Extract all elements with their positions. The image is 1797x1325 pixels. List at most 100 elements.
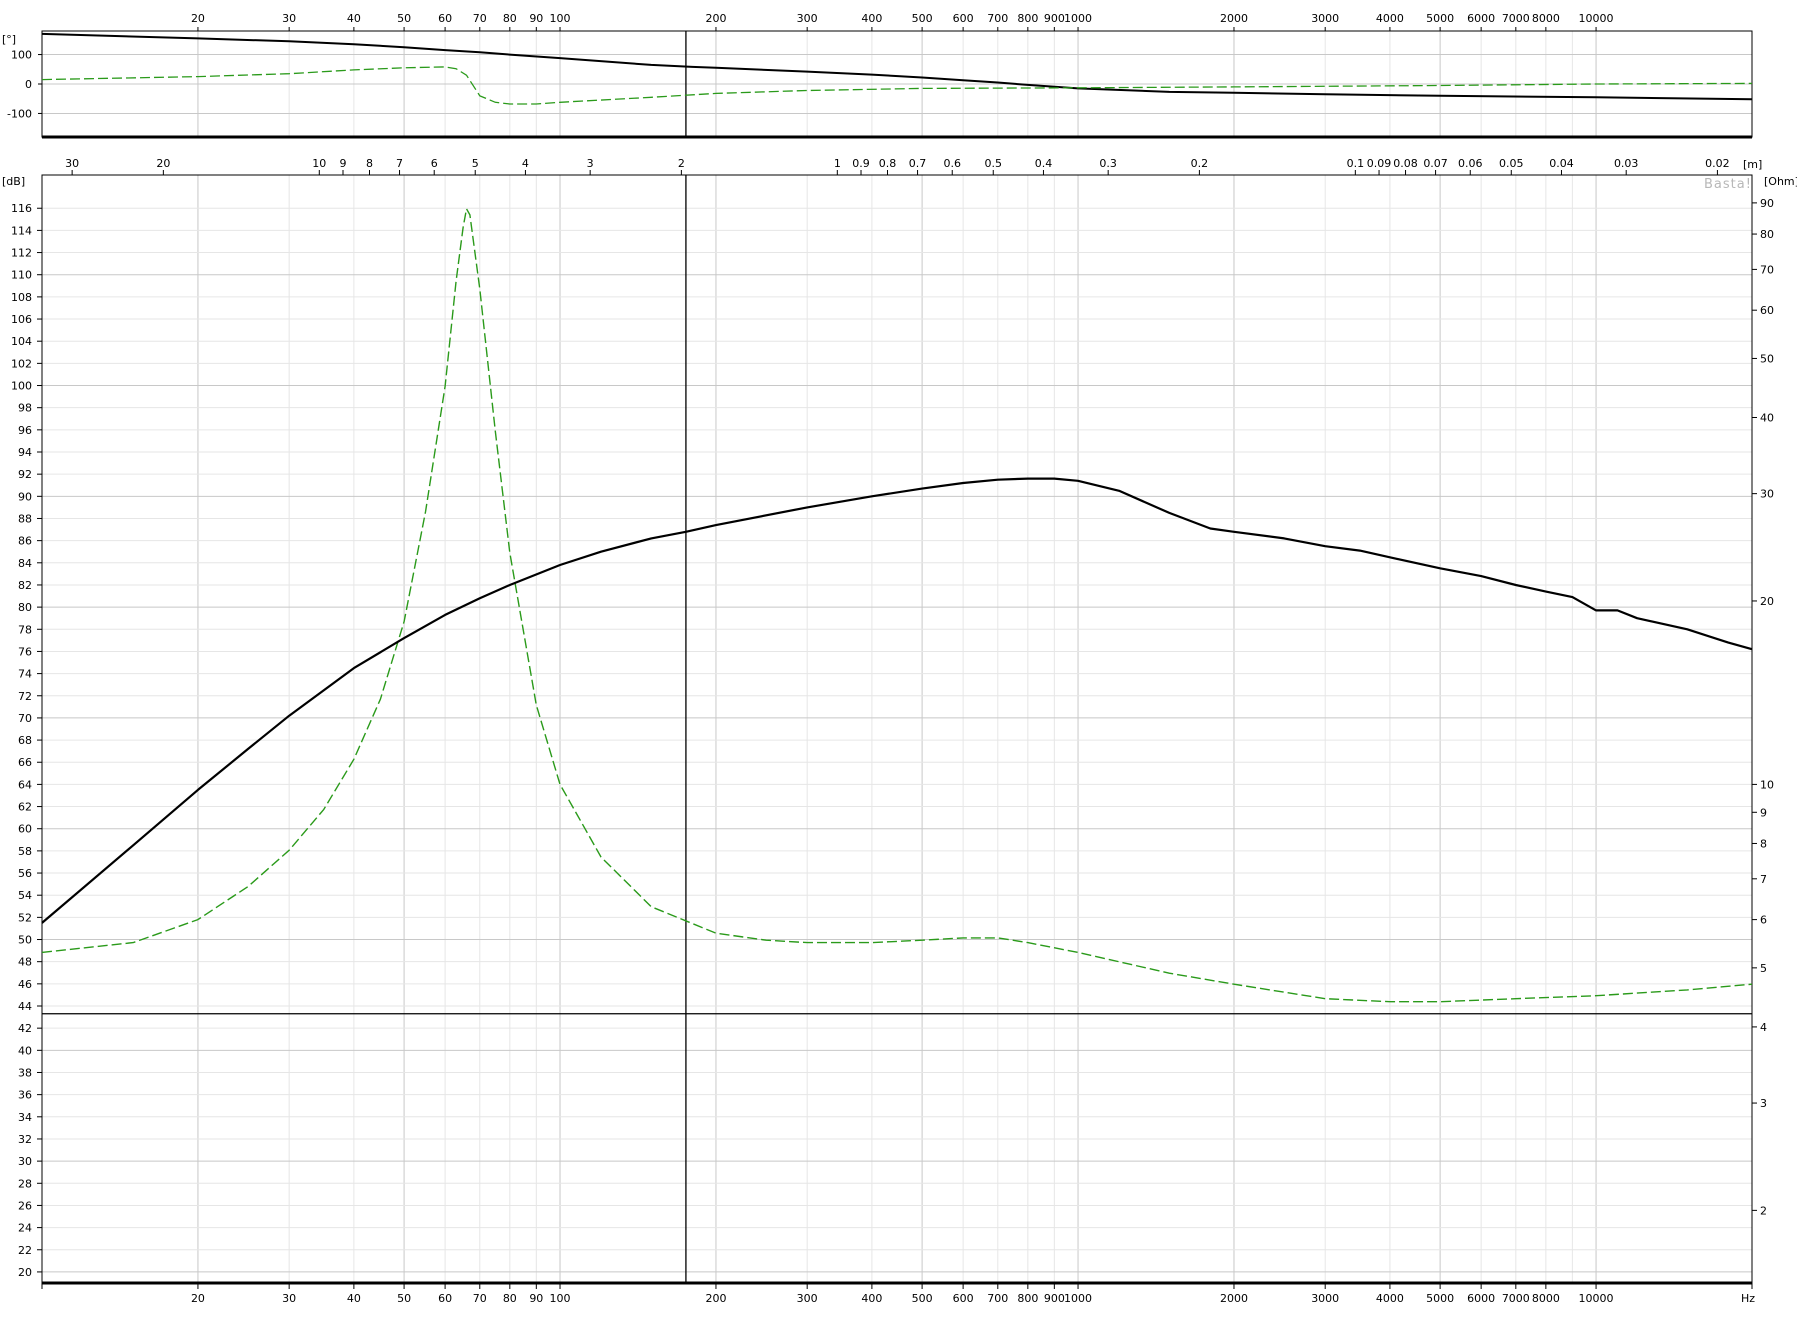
db-tick-label: 98 xyxy=(18,402,32,415)
freq-tick-label-top: 2000 xyxy=(1220,12,1248,25)
distance-tick-label: 0.07 xyxy=(1423,157,1448,170)
db-tick-label: 86 xyxy=(18,535,32,548)
freq-tick-label-bottom: 1000 xyxy=(1064,1292,1092,1305)
freq-tick-label-top: 700 xyxy=(987,12,1008,25)
db-tick-label: 28 xyxy=(18,1177,32,1190)
freq-tick-label-top: 70 xyxy=(473,12,487,25)
freq-tick-label-top: 1000 xyxy=(1064,12,1092,25)
db-tick-label: 42 xyxy=(18,1022,32,1035)
db-tick-label: 58 xyxy=(18,845,32,858)
db-tick-label: 104 xyxy=(11,335,32,348)
phase-y-tick-label: -100 xyxy=(7,107,32,120)
db-tick-label: 74 xyxy=(18,668,32,681)
distance-tick-label: 0.7 xyxy=(909,157,927,170)
ohm-tick-label: 6 xyxy=(1760,914,1767,927)
chart-area: 20 20 30 30 40 40 50 50 60 60 70 70 80 80 90 90 100 100 20… xyxy=(0,0,1797,1320)
distance-tick-label: 0.1 xyxy=(1347,157,1365,170)
freq-tick-label-bottom: 10000 xyxy=(1579,1292,1614,1305)
distance-tick-label: 0.02 xyxy=(1705,157,1730,170)
measurement-chart: 2020303040405050606070708080909010010020… xyxy=(2,12,1797,1305)
db-tick-label: 32 xyxy=(18,1133,32,1146)
distance-tick-label: 0.05 xyxy=(1499,157,1524,170)
freq-tick-label-top: 90 xyxy=(529,12,543,25)
watermark: Basta! xyxy=(1704,177,1752,192)
freq-tick-label-bottom: 100 xyxy=(550,1292,571,1305)
ohm-tick-label: 2 xyxy=(1760,1204,1767,1217)
db-tick-label: 30 xyxy=(18,1155,32,1168)
freq-tick-label-top: 500 xyxy=(912,12,933,25)
ohm-tick-label: 70 xyxy=(1760,263,1774,276)
freq-tick-label-bottom: 700 xyxy=(987,1292,1008,1305)
phase-y-tick-label: 100 xyxy=(11,49,32,62)
distance-unit-label: [m] xyxy=(1743,158,1762,171)
freq-tick-label-bottom: 60 xyxy=(438,1292,452,1305)
distance-tick-label: 2 xyxy=(678,157,685,170)
freq-tick-label-top: 6000 xyxy=(1467,12,1495,25)
freq-tick-label-bottom: 900 xyxy=(1044,1292,1065,1305)
freq-tick-label-top: 100 xyxy=(550,12,571,25)
freq-tick-label-bottom: 4000 xyxy=(1376,1292,1404,1305)
freq-tick-label-bottom: 90 xyxy=(529,1292,543,1305)
spl-unit-label: [dB] xyxy=(2,175,25,188)
ohm-tick-label: 4 xyxy=(1760,1021,1767,1034)
distance-tick-label: 4 xyxy=(522,157,529,170)
freq-tick-label-top: 600 xyxy=(953,12,974,25)
db-tick-label: 20 xyxy=(18,1266,32,1279)
db-tick-label: 114 xyxy=(11,224,32,237)
db-tick-label: 60 xyxy=(18,823,32,836)
freq-tick-label-top: 300 xyxy=(797,12,818,25)
db-tick-label: 44 xyxy=(18,1000,32,1013)
distance-tick-label: 0.4 xyxy=(1035,157,1053,170)
freq-tick-label-bottom: 7000 xyxy=(1502,1292,1530,1305)
db-tick-label: 70 xyxy=(18,712,32,725)
ohm-tick-label: 30 xyxy=(1760,488,1774,501)
freq-tick-label-bottom: 20 xyxy=(191,1292,205,1305)
freq-tick-label-top: 40 xyxy=(347,12,361,25)
freq-tick-label-bottom: 500 xyxy=(912,1292,933,1305)
distance-tick-label: 0.5 xyxy=(985,157,1003,170)
phase-y-tick-label: 0 xyxy=(25,78,32,91)
db-tick-label: 80 xyxy=(18,601,32,614)
freq-tick-label-top: 4000 xyxy=(1376,12,1404,25)
freq-tick-label-bottom: 300 xyxy=(797,1292,818,1305)
db-tick-label: 116 xyxy=(11,202,32,215)
db-tick-label: 34 xyxy=(18,1111,32,1124)
db-tick-label: 84 xyxy=(18,557,32,570)
db-tick-label: 92 xyxy=(18,468,32,481)
spl-curve xyxy=(41,477,1753,924)
db-tick-label: 52 xyxy=(18,911,32,924)
freq-tick-label-bottom: 5000 xyxy=(1426,1292,1454,1305)
db-tick-label: 48 xyxy=(18,956,32,969)
frequency-unit-label: Hz xyxy=(1741,1292,1755,1305)
distance-tick-label: 5 xyxy=(472,157,479,170)
freq-tick-label-bottom: 30 xyxy=(282,1292,296,1305)
freq-tick-label-top: 10000 xyxy=(1579,12,1614,25)
freq-tick-label-top: 5000 xyxy=(1426,12,1454,25)
db-tick-label: 100 xyxy=(11,380,32,393)
db-tick-label: 90 xyxy=(18,490,32,503)
freq-tick-label-bottom: 800 xyxy=(1017,1292,1038,1305)
db-tick-label: 102 xyxy=(11,357,32,370)
phase-unit-label: [°] xyxy=(2,33,16,46)
db-tick-label: 64 xyxy=(18,778,32,791)
distance-tick-label: 0.8 xyxy=(879,157,897,170)
distance-tick-label: 0.2 xyxy=(1191,157,1209,170)
db-tick-label: 40 xyxy=(18,1044,32,1057)
db-tick-label: 108 xyxy=(11,291,32,304)
ohm-tick-label: 9 xyxy=(1760,806,1767,819)
ohm-tick-label: 3 xyxy=(1760,1097,1767,1110)
db-tick-label: 112 xyxy=(11,247,32,260)
freq-tick-label-top: 800 xyxy=(1017,12,1038,25)
freq-tick-label-top: 80 xyxy=(503,12,517,25)
freq-tick-label-top: 400 xyxy=(861,12,882,25)
distance-tick-label: 7 xyxy=(396,157,403,170)
db-tick-label: 62 xyxy=(18,801,32,814)
db-tick-label: 26 xyxy=(18,1199,32,1212)
freq-tick-label-bottom: 80 xyxy=(503,1292,517,1305)
distance-tick-label: 0.9 xyxy=(852,157,870,170)
distance-tick-label: 0.09 xyxy=(1367,157,1392,170)
freq-tick-label-bottom: 70 xyxy=(473,1292,487,1305)
distance-tick-label: 0.06 xyxy=(1458,157,1483,170)
db-tick-label: 36 xyxy=(18,1089,32,1102)
ohm-tick-label: 80 xyxy=(1760,228,1774,241)
